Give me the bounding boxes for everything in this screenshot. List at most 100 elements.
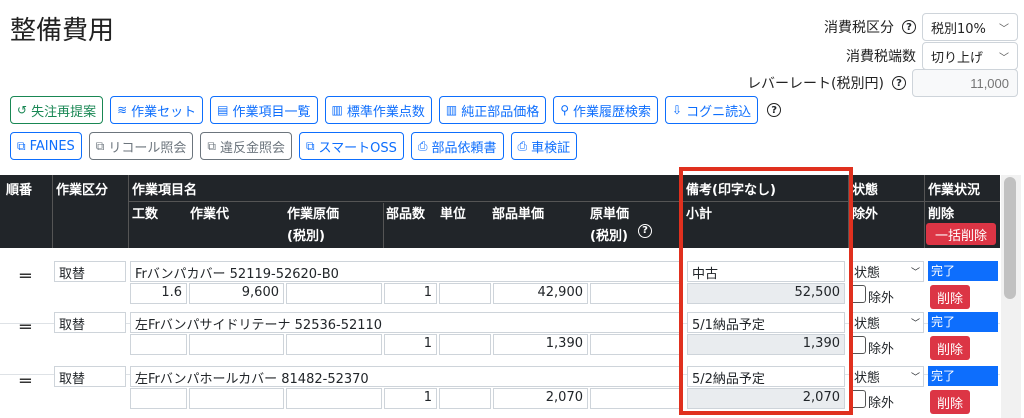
cogni-import-button[interactable]: ⇩ コグニ読込 bbox=[665, 96, 759, 124]
state-select[interactable]: 状態 ﹀ bbox=[850, 312, 924, 333]
external-link-icon: ⧉ bbox=[207, 138, 216, 153]
delete-row-button[interactable]: 削除 bbox=[930, 390, 970, 414]
drag-handle-icon[interactable]: ═ bbox=[20, 266, 31, 287]
chevron-down-icon: ﹀ bbox=[910, 268, 920, 278]
notes-field[interactable]: 中古 bbox=[687, 261, 845, 282]
work-cost-field[interactable] bbox=[286, 334, 382, 355]
delete-row-button[interactable]: 削除 bbox=[930, 336, 970, 360]
work-category-field[interactable]: 取替 bbox=[54, 312, 126, 333]
external-link-icon: ⧉ bbox=[95, 138, 105, 153]
state-select[interactable]: 状態 ﹀ bbox=[850, 366, 924, 387]
help-icon[interactable]: ? bbox=[902, 20, 916, 34]
hours-field[interactable] bbox=[130, 388, 187, 409]
hours-field[interactable] bbox=[130, 334, 187, 355]
violation-fine-inquiry-button[interactable]: ⧉ 違反金照会 bbox=[200, 132, 292, 160]
smart-oss-button[interactable]: ⧉ スマートOSS bbox=[298, 132, 404, 160]
parts-unit-price-field[interactable]: 1,390 bbox=[493, 334, 588, 355]
parts-qty-field[interactable]: 1 bbox=[384, 283, 437, 304]
page-title: 整備費用 bbox=[10, 16, 115, 46]
parts-unit-price-field[interactable]: 2,070 bbox=[493, 388, 588, 409]
button-label: 純正部品価格 bbox=[461, 104, 540, 120]
col-labor-fee: 作業代 bbox=[190, 207, 230, 222]
col-work-item: 作業項目名 bbox=[132, 183, 198, 198]
bulk-delete-button[interactable]: 一括削除 bbox=[926, 223, 996, 245]
work-category-field[interactable]: 取替 bbox=[54, 261, 126, 282]
help-icon[interactable]: ? bbox=[638, 224, 652, 238]
col-exclude: 除外 bbox=[852, 207, 879, 222]
col-work-category: 作業区分 bbox=[56, 183, 109, 198]
tax-rounding-value: 切り上げ bbox=[931, 50, 984, 66]
button-label: 作業セット bbox=[131, 104, 197, 120]
delete-row-button[interactable]: 削除 bbox=[930, 285, 970, 309]
work-status-badge[interactable]: 完了 bbox=[928, 312, 998, 332]
labor-rate-input[interactable] bbox=[912, 69, 1018, 97]
lost-order-repropose-button[interactable]: ↺ 失注再提案 bbox=[10, 96, 104, 124]
work-status-badge[interactable]: 完了 bbox=[928, 366, 998, 386]
parts-qty-field[interactable]: 1 bbox=[384, 388, 437, 409]
exclude-checkbox[interactable] bbox=[850, 390, 866, 408]
recall-inquiry-button[interactable]: ⧉ リコール照会 bbox=[88, 132, 194, 160]
help-icon[interactable]: ? bbox=[767, 103, 782, 117]
table-scrollbar[interactable] bbox=[1001, 175, 1021, 418]
work-status-badge[interactable]: 完了 bbox=[928, 261, 998, 281]
faines-button[interactable]: ⧉ FAINES bbox=[10, 132, 82, 160]
unit-field[interactable] bbox=[439, 283, 491, 304]
button-label: 標準作業点数 bbox=[346, 104, 425, 120]
genuine-parts-price-button[interactable]: ▥ 純正部品価格 bbox=[438, 96, 547, 124]
button-label: 違反金照会 bbox=[219, 140, 285, 156]
state-value: 状態 bbox=[854, 371, 881, 386]
col-state: 状態 bbox=[852, 183, 879, 198]
parts-request-form-button[interactable]: ⎙ 部品依頼書 bbox=[410, 132, 504, 160]
cost-unit-price-field[interactable] bbox=[590, 334, 682, 355]
toolbar-secondary: ⧉ FAINES ⧉ リコール照会 ⧉ 違反金照会 ⧉ スマートOSS ⎙ 部品依頼書 ⎙… bbox=[10, 132, 578, 160]
exclude-checkbox[interactable] bbox=[850, 336, 866, 354]
redo-icon: ↺ bbox=[17, 103, 28, 117]
unit-field[interactable] bbox=[439, 388, 491, 409]
button-label: 部品依頼書 bbox=[431, 140, 497, 156]
unit-field[interactable] bbox=[439, 334, 491, 355]
subtotal-field: 52,500 bbox=[687, 283, 845, 304]
work-category-field[interactable]: 取替 bbox=[54, 366, 126, 387]
parts-unit-price-field[interactable]: 42,900 bbox=[493, 283, 588, 304]
button-label: 作業項目一覧 bbox=[232, 104, 311, 120]
col-cost-unit-price: 原単価 bbox=[590, 207, 630, 222]
drag-handle-icon[interactable]: ═ bbox=[20, 371, 31, 392]
labor-fee-field[interactable] bbox=[189, 388, 284, 409]
parts-qty-field[interactable]: 1 bbox=[384, 334, 437, 355]
external-link-icon: ⧉ bbox=[17, 138, 26, 153]
state-value: 状態 bbox=[854, 317, 881, 332]
pdf-icon: ⎙ bbox=[517, 138, 528, 153]
work-item-field[interactable]: 左Frバンパサイドリテーナ 52536-52110 bbox=[130, 312, 682, 333]
tax-category-label: 消費税区分 bbox=[824, 20, 894, 36]
notes-field[interactable]: 5/1納品予定 bbox=[687, 312, 845, 333]
work-cost-field[interactable] bbox=[286, 283, 382, 304]
tax-rounding-select[interactable]: 切り上げ ﹀ bbox=[922, 42, 1018, 70]
help-icon[interactable]: ? bbox=[892, 76, 906, 90]
work-item-field[interactable]: Frバンパカバー 52119-52620-B0 bbox=[130, 261, 682, 282]
work-item-field[interactable]: 左Frバンパホールカバー 81482-52370 bbox=[130, 366, 682, 387]
cost-unit-price-field[interactable] bbox=[590, 388, 682, 409]
list-icon: ▤ bbox=[217, 103, 229, 117]
work-history-search-button[interactable]: ⚲ 作業履歴検索 bbox=[553, 96, 659, 124]
exclude-label: 除外 bbox=[868, 342, 895, 357]
labor-fee-field[interactable] bbox=[189, 334, 284, 355]
tax-category-select[interactable]: 税別10% ﹀ bbox=[922, 13, 1018, 41]
state-select[interactable]: 状態 ﹀ bbox=[850, 261, 924, 282]
work-item-list-button[interactable]: ▤ 作業項目一覧 bbox=[210, 96, 318, 124]
standard-work-points-button[interactable]: ▥ 標準作業点数 bbox=[324, 96, 432, 124]
labor-fee-field[interactable]: 9,600 bbox=[189, 283, 284, 304]
scrollbar-thumb[interactable] bbox=[1004, 177, 1016, 299]
drag-handle-icon[interactable]: ═ bbox=[20, 317, 31, 338]
hours-field[interactable]: 1.6 bbox=[130, 283, 187, 304]
col-hours: 工数 bbox=[132, 207, 159, 222]
layers-icon: ≋ bbox=[117, 103, 128, 117]
tax-rounding-row: 消費税端数 切り上げ ﹀ bbox=[846, 42, 1018, 70]
work-set-button[interactable]: ≋ 作業セット bbox=[110, 96, 204, 124]
cost-unit-price-field[interactable] bbox=[590, 283, 682, 304]
vehicle-inspection-cert-button[interactable]: ⎙ 車検証 bbox=[510, 132, 578, 160]
cost-table: 順番 作業区分 作業項目名 工数 作業代 作業原価 (税別) 部品数 単位 部品… bbox=[0, 175, 1000, 418]
state-value: 状態 bbox=[854, 266, 881, 281]
notes-field[interactable]: 5/2納品予定 bbox=[687, 366, 845, 387]
exclude-checkbox[interactable] bbox=[850, 285, 866, 303]
work-cost-field[interactable] bbox=[286, 388, 382, 409]
